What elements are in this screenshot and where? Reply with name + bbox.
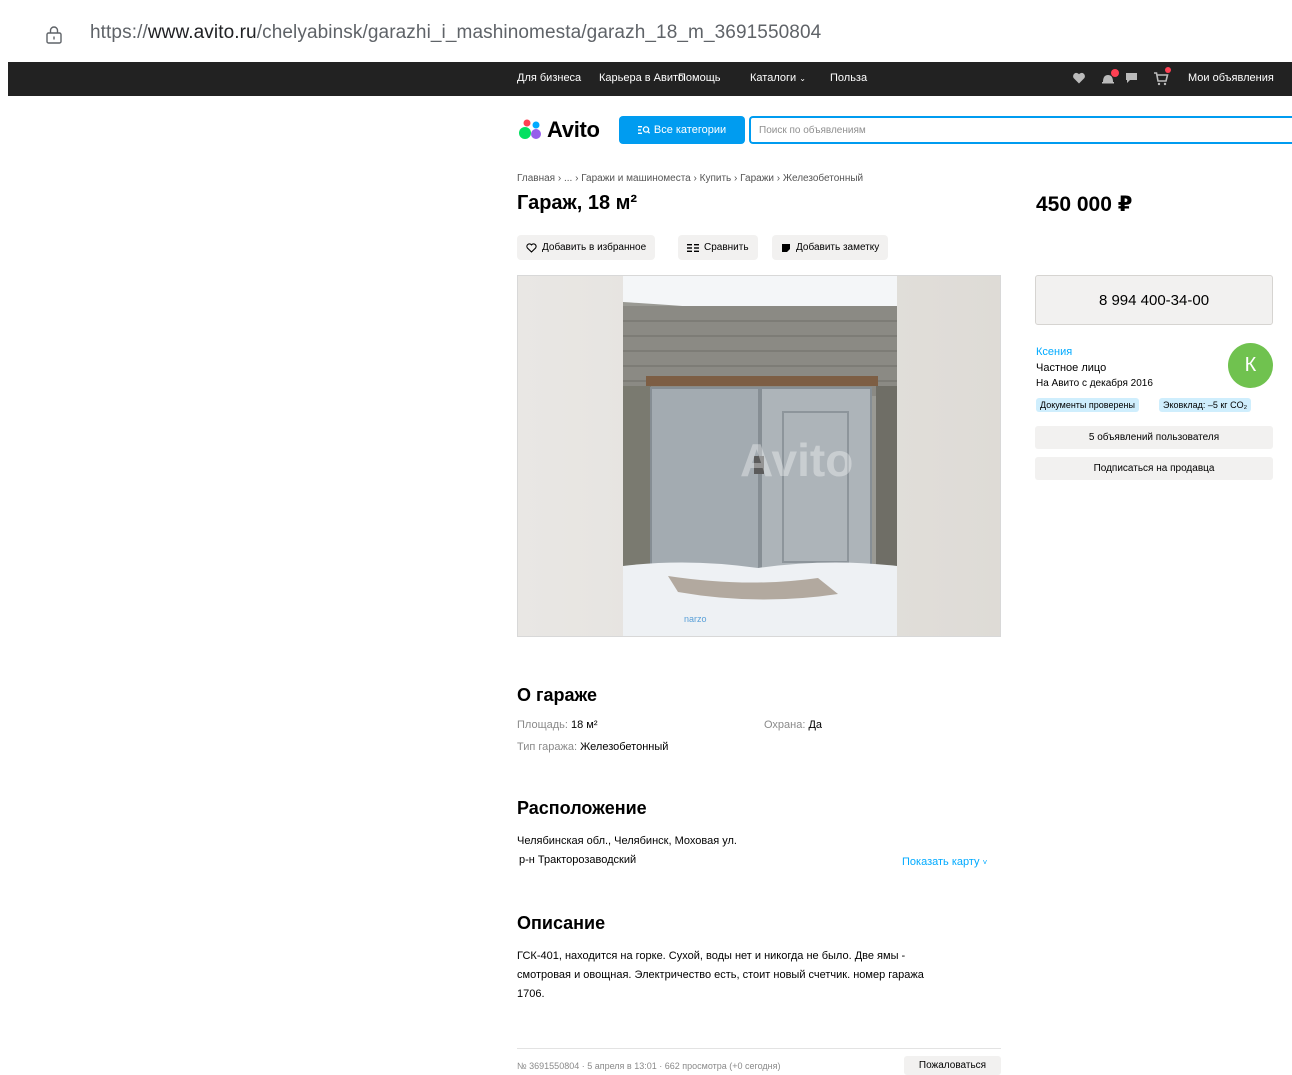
- breadcrumb-item-garages[interactable]: Гаражи: [740, 173, 774, 184]
- compare-button[interactable]: Сравнить: [678, 235, 758, 260]
- show-phone-button[interactable]: 8 994 400-34-00: [1035, 275, 1273, 325]
- nav-my-ads[interactable]: Мои объявления: [1188, 72, 1274, 84]
- all-categories-button[interactable]: Все категории: [619, 116, 745, 144]
- param-security-label: Охрана:: [764, 719, 806, 731]
- menu-search-icon: [637, 126, 650, 134]
- nav-business[interactable]: Для бизнеса: [517, 72, 581, 84]
- nav-help[interactable]: Помощь: [678, 72, 721, 84]
- param-type-value: Железобетонный: [580, 741, 669, 753]
- compare-icon: [687, 243, 699, 252]
- add-note-label: Добавить заметку: [796, 242, 880, 253]
- photo-watermark: Avito: [740, 434, 853, 486]
- divider: [517, 1048, 1001, 1049]
- listing-price: 450 000 ₽: [1036, 193, 1133, 216]
- breadcrumb-item-buy[interactable]: Купить: [700, 173, 732, 184]
- browser-address-bar[interactable]: https://www.avito.ru/chelyabinsk/garazhi…: [0, 0, 1292, 62]
- all-categories-label: Все категории: [653, 124, 727, 136]
- param-garage-type: Тип гаража: Железобетонный: [517, 741, 668, 753]
- cart-badge: [1165, 67, 1171, 73]
- documents-verified-badge[interactable]: Документы проверены: [1036, 398, 1139, 412]
- param-area-value: 18 м²: [571, 719, 598, 731]
- photo-caption: narzo: [684, 614, 707, 624]
- about-heading: О гараже: [517, 685, 598, 705]
- url-text[interactable]: https://www.avito.ru/chelyabinsk/garazhi…: [90, 22, 821, 44]
- seller-since: На Авито с декабря 2016: [1036, 378, 1153, 389]
- nav-catalogs[interactable]: Каталоги ⌄: [750, 72, 806, 84]
- breadcrumb: Главная › ... › Гаражи и машиноместа › К…: [517, 173, 864, 184]
- breadcrumb-item-garages-spots[interactable]: Гаражи и машиноместа: [581, 173, 691, 184]
- show-map-link[interactable]: Показать карту ˅: [902, 856, 987, 868]
- breadcrumb-item-concrete[interactable]: Железобетонный: [783, 173, 863, 184]
- avito-logo[interactable]: Avito: [517, 117, 600, 143]
- breadcrumb-item-home[interactable]: Главная: [517, 173, 555, 184]
- url-domain: www.avito.ru: [147, 22, 257, 43]
- report-button[interactable]: Пожаловаться: [904, 1056, 1001, 1075]
- top-navigation: Для бизнеса Карьера в Авито Помощь Катал…: [8, 62, 1292, 96]
- listing-photo[interactable]: Avito narzo: [517, 275, 1001, 637]
- param-security-value: Да: [808, 719, 823, 731]
- avito-logo-icon: [519, 119, 541, 139]
- logo-text: Avito: [547, 117, 600, 142]
- param-type-label: Тип гаража:: [517, 741, 578, 753]
- chat-icon[interactable]: [1124, 71, 1139, 85]
- garage-photo: Avito narzo: [518, 276, 1000, 636]
- avatar[interactable]: К: [1228, 343, 1273, 388]
- note-icon: [782, 243, 790, 252]
- url-scheme: https://: [90, 22, 148, 43]
- search-input[interactable]: Поиск по объявлениям: [749, 116, 1292, 144]
- seller-name-link[interactable]: Ксения: [1036, 346, 1072, 358]
- listing-meta: № 3691550804 · 5 апреля в 13:01 · 662 пр…: [517, 1061, 781, 1071]
- show-map-label: Показать карту: [902, 856, 980, 868]
- description-line-2: смотровая и овощная. Электричество есть,…: [517, 969, 924, 981]
- user-ads-button[interactable]: 5 объявлений пользователя: [1035, 426, 1273, 449]
- param-security: Охрана: Да: [764, 719, 822, 731]
- description-line-3: 1706.: [517, 988, 545, 1000]
- cart-icon[interactable]: [1153, 71, 1169, 86]
- chevron-down-icon: ˅: [982, 858, 988, 867]
- nav-benefit[interactable]: Польза: [830, 72, 867, 84]
- nav-career[interactable]: Карьера в Авито: [599, 72, 684, 84]
- description-line-1: ГСК-401, находится на горке. Сухой, воды…: [517, 950, 906, 962]
- search-placeholder: Поиск по объявлениям: [759, 124, 866, 136]
- param-area: Площадь: 18 м²: [517, 719, 598, 731]
- add-note-button[interactable]: Добавить заметку: [772, 235, 889, 260]
- seller-type: Частное лицо: [1036, 362, 1107, 374]
- add-to-favorites-button[interactable]: Добавить в избранное: [517, 235, 656, 260]
- lock-icon: [46, 26, 62, 44]
- chevron-down-icon: ⌄: [799, 74, 806, 83]
- nav-catalogs-label: Каталоги: [750, 72, 797, 84]
- heart-icon[interactable]: [1072, 71, 1086, 85]
- notification-badge: [1111, 69, 1119, 77]
- location-address: Челябинская обл., Челябинск, Моховая ул.: [517, 835, 737, 847]
- location-heading: Расположение: [517, 798, 647, 818]
- add-to-favorites-label: Добавить в избранное: [542, 242, 647, 253]
- url-path: /chelyabinsk/garazhi_i_mashinomesta/gara…: [256, 22, 822, 43]
- description-heading: Описание: [517, 913, 606, 933]
- listing-title: Гараж, 18 м²: [517, 192, 638, 214]
- breadcrumb-item-ellipsis[interactable]: ...: [564, 173, 572, 184]
- param-area-label: Площадь:: [517, 719, 568, 731]
- location-district: р-н Тракторозаводский: [519, 854, 637, 866]
- heart-outline-icon: [526, 242, 537, 253]
- subscribe-seller-button[interactable]: Подписаться на продавца: [1035, 457, 1273, 480]
- eco-contribution-badge[interactable]: Эковклад: –5 кг CO₂: [1159, 398, 1252, 412]
- compare-label: Сравнить: [704, 242, 749, 253]
